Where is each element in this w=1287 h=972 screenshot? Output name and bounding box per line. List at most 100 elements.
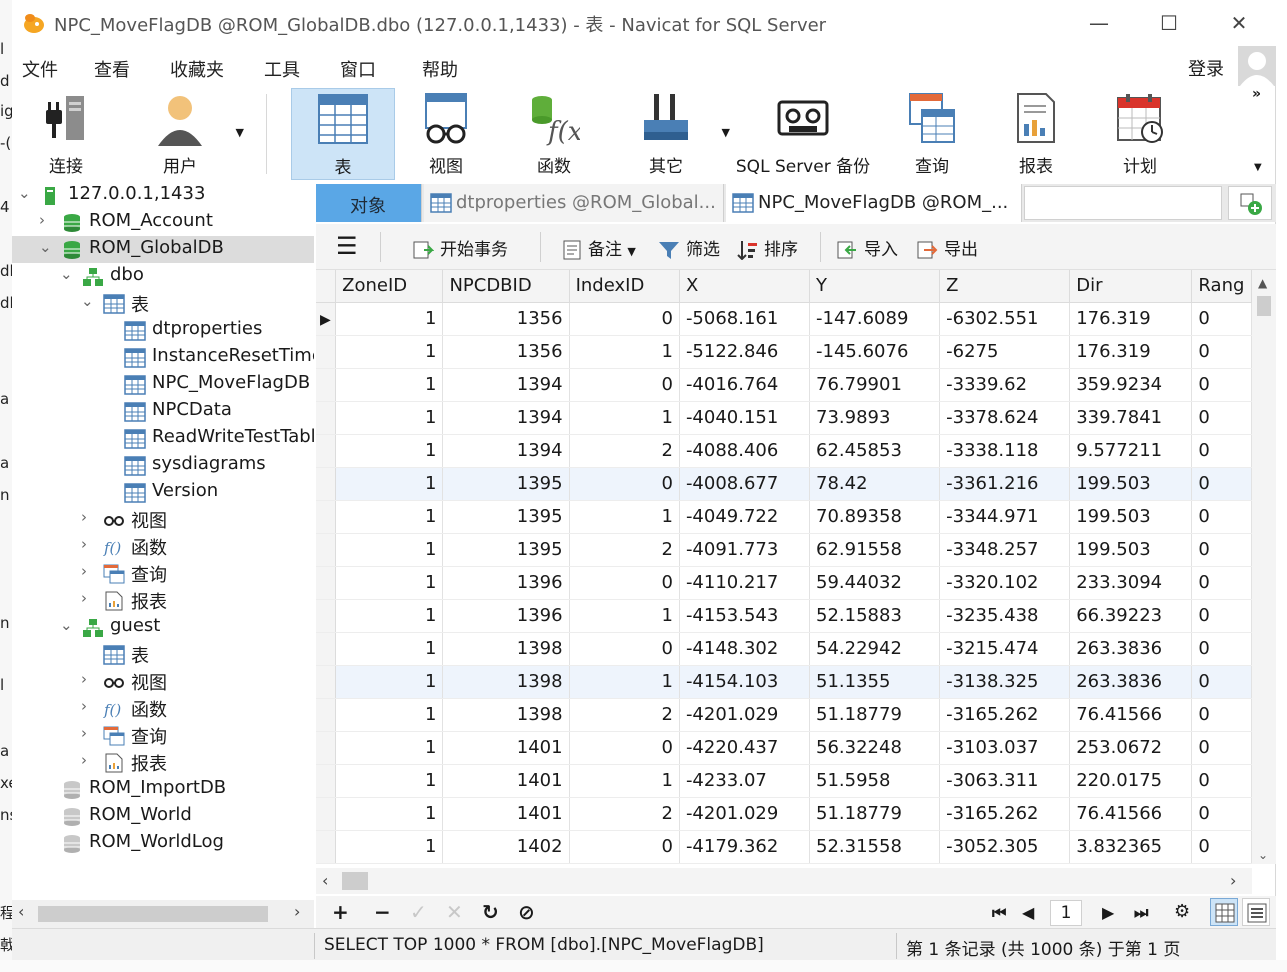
expand-chevron-icon[interactable]: › <box>81 535 87 553</box>
row-header[interactable] <box>316 335 337 369</box>
grid-cell[interactable]: 1 <box>335 368 444 402</box>
previous-page-icon[interactable]: ◀ <box>1022 903 1034 922</box>
grid-cell[interactable]: 1 <box>335 632 444 666</box>
close-button[interactable]: ✕ <box>1204 0 1274 46</box>
grid-cell[interactable]: 1401 <box>442 764 570 798</box>
row-header[interactable] <box>316 830 337 864</box>
grid-cell[interactable]: 51.18779 <box>809 797 941 831</box>
scrollbar-thumb[interactable] <box>342 872 368 890</box>
scroll-left-icon[interactable]: ‹ <box>322 871 328 890</box>
grid-cell[interactable]: -4154.103 <box>679 665 811 699</box>
sort-button[interactable]: 排序 <box>736 235 798 260</box>
grid-cell[interactable]: 0 <box>1191 302 1252 336</box>
expand-chevron-icon[interactable]: › <box>81 697 87 715</box>
row-header[interactable] <box>316 566 337 600</box>
grid-cell[interactable]: -3361.216 <box>939 467 1071 501</box>
scrollbar-thumb[interactable] <box>1257 296 1271 316</box>
grid-cell[interactable]: 1 <box>335 434 444 468</box>
grid-cell[interactable]: 0 <box>1191 335 1252 369</box>
tree-item[interactable]: › 报表 <box>12 587 314 614</box>
grid-cell[interactable]: 1 <box>335 698 444 732</box>
menu-favorites[interactable]: 收藏夹 <box>170 56 224 82</box>
grid-view-button[interactable] <box>1210 898 1238 926</box>
hamburger-menu-icon[interactable]: ☰ <box>336 232 358 260</box>
tab-objects[interactable]: 对象 <box>316 184 422 222</box>
grid-cell[interactable]: 1398 <box>442 665 570 699</box>
grid-cell[interactable]: -5068.161 <box>679 302 811 336</box>
menu-file[interactable]: 文件 <box>22 56 58 82</box>
column-header[interactable]: X <box>679 270 811 303</box>
grid-cell[interactable]: 1 <box>335 566 444 600</box>
grid-cell[interactable]: 176.319 <box>1069 302 1193 336</box>
grid-cell[interactable]: 51.5958 <box>809 764 941 798</box>
avatar[interactable] <box>1238 46 1276 86</box>
grid-cell[interactable]: -4016.764 <box>679 368 811 402</box>
grid-cell[interactable]: -3138.325 <box>939 665 1071 699</box>
toolbar-query-button[interactable]: 查询 <box>884 88 980 180</box>
row-header[interactable] <box>316 533 337 567</box>
grid-cell[interactable]: 253.0672 <box>1069 731 1193 765</box>
grid-cell[interactable]: -3235.438 <box>939 599 1071 633</box>
expand-chevron-icon[interactable]: › <box>81 562 87 580</box>
grid-cell[interactable]: 1 <box>335 302 444 336</box>
grid-cell[interactable]: 1398 <box>442 698 570 732</box>
grid-cell[interactable]: 0 <box>1191 830 1252 864</box>
row-header[interactable] <box>316 467 337 501</box>
grid-cell[interactable]: 1396 <box>442 599 570 633</box>
scroll-right-icon[interactable]: › <box>1230 871 1236 890</box>
expand-chevron-icon[interactable]: › <box>81 508 87 526</box>
grid-cell[interactable]: 78.42 <box>809 467 941 501</box>
grid-cell[interactable]: 1 <box>569 335 680 369</box>
tab-dtproperties[interactable]: dtproperties @ROM_Global... <box>424 184 724 222</box>
column-header[interactable]: NPCDBID <box>442 270 570 303</box>
grid-cell[interactable]: 1395 <box>442 500 570 534</box>
grid-cell[interactable]: -147.6089 <box>809 302 941 336</box>
grid-cell[interactable]: 0 <box>1191 731 1252 765</box>
grid-cell[interactable]: 62.45853 <box>809 434 941 468</box>
grid-cell[interactable]: 1 <box>569 599 680 633</box>
grid-cell[interactable]: 339.7841 <box>1069 401 1193 435</box>
grid-cell[interactable]: 0 <box>1191 500 1252 534</box>
grid-cell[interactable]: 0 <box>1191 368 1252 402</box>
grid-cell[interactable]: -3052.305 <box>939 830 1071 864</box>
grid-cell[interactable]: 233.3094 <box>1069 566 1193 600</box>
tree-item[interactable]: › 视图 <box>12 668 314 695</box>
grid-cell[interactable]: 1396 <box>442 566 570 600</box>
tree-item[interactable]: › 视图 <box>12 506 314 533</box>
grid-cell[interactable]: 1 <box>569 665 680 699</box>
scroll-down-icon[interactable]: ⌄ <box>1258 848 1268 862</box>
row-header-current[interactable]: ▶ <box>316 302 337 336</box>
grid-cell[interactable]: -4233.07 <box>679 764 811 798</box>
grid-cell[interactable]: -6275 <box>939 335 1071 369</box>
grid-cell[interactable]: 1395 <box>442 533 570 567</box>
grid-cell[interactable]: 0 <box>569 731 680 765</box>
discard-changes-icon[interactable]: ✕ <box>446 900 463 924</box>
table-row[interactable]: 1 1398 1 -4154.103 51.1355 -3138.325 263.3836 0 <box>316 665 1252 699</box>
more-tools-chevron-icon[interactable]: » <box>1252 86 1261 102</box>
grid-cell[interactable]: 1 <box>335 764 444 798</box>
table-row[interactable]: 1 1395 1 -4049.722 70.89358 -3344.971 199.503 0 <box>316 500 1252 534</box>
grid-vertical-scrollbar[interactable]: ▲ ⌄ <box>1252 270 1276 864</box>
grid-cell[interactable]: 1402 <box>442 830 570 864</box>
grid-cell[interactable]: -3165.262 <box>939 797 1071 831</box>
expand-chevron-icon[interactable]: › <box>81 751 87 769</box>
grid-cell[interactable]: -4008.677 <box>679 467 811 501</box>
toolbar-function-button[interactable]: f(x) 函数 <box>506 88 602 180</box>
collapse-chevron-icon[interactable]: ⌄ <box>39 238 52 256</box>
filter-button[interactable]: 筛选 <box>658 235 720 260</box>
first-page-icon[interactable]: ⏮ <box>992 903 1006 923</box>
grid-cell[interactable]: 56.32248 <box>809 731 941 765</box>
grid-cell[interactable]: -4153.543 <box>679 599 811 633</box>
grid-cell[interactable]: 0 <box>1191 599 1252 633</box>
toolbar-view-button[interactable]: 视图 <box>398 88 494 180</box>
scroll-left-icon[interactable]: ‹ <box>18 902 24 921</box>
grid-cell[interactable]: 359.9234 <box>1069 368 1193 402</box>
grid-cell[interactable]: -3215.474 <box>939 632 1071 666</box>
grid-cell[interactable]: 3.832365 <box>1069 830 1193 864</box>
table-row[interactable]: 1 1395 0 -4008.677 78.42 -3361.216 199.503 0 <box>316 467 1252 501</box>
row-header[interactable] <box>316 401 337 435</box>
settings-gear-icon[interactable]: ⚙ <box>1174 901 1190 922</box>
grid-cell[interactable]: 0 <box>569 566 680 600</box>
tree-item[interactable]: › ROM_Account <box>12 209 314 236</box>
last-page-icon[interactable]: ⏭ <box>1134 903 1148 923</box>
